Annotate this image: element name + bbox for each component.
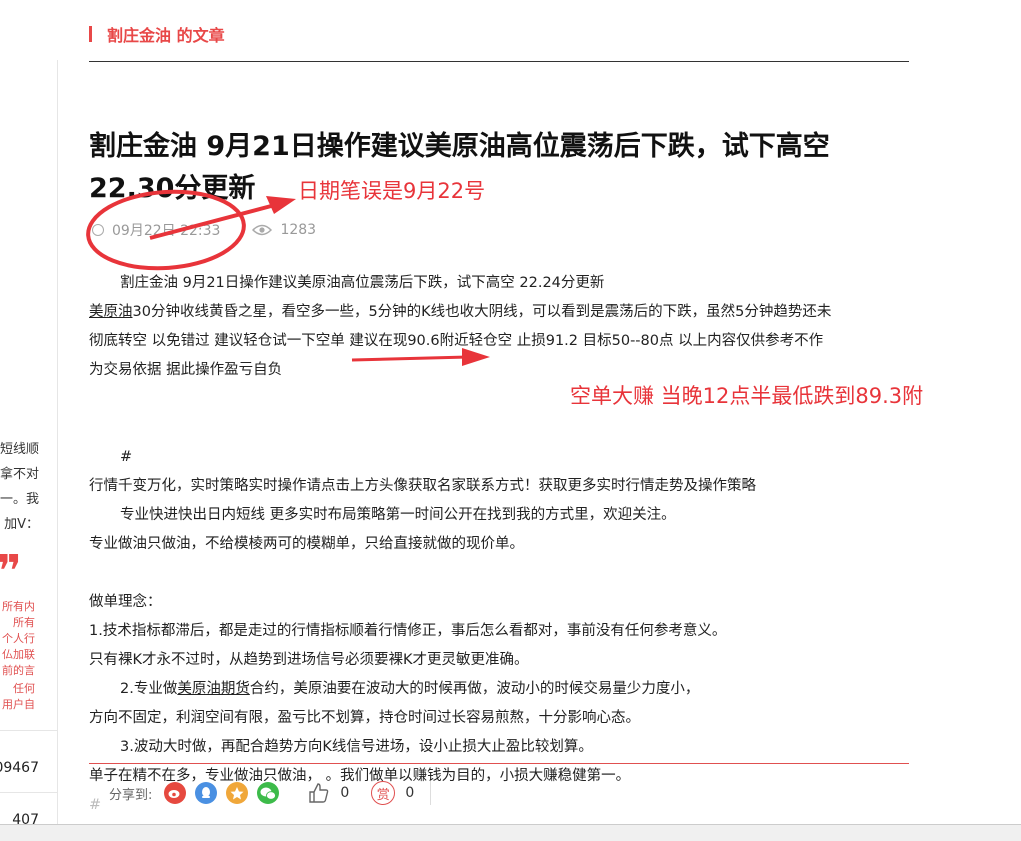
sidebar-text: 短线顺 bbox=[0, 442, 39, 457]
sidebar-notice: 个人行 bbox=[2, 632, 35, 645]
paragraph: 2.专业做美原油期货合约，美原油要在波动大的时候再做，波动小的时候交易量少力度小… bbox=[89, 675, 914, 704]
reward-count: 0 bbox=[405, 785, 415, 801]
article-title: 割庄金油 9月21日操作建议美原油高位震荡后下跌，试下高空 22.30分更新 bbox=[89, 126, 889, 210]
reward-button[interactable]: 赏 bbox=[371, 781, 396, 805]
title-line-1: 割庄金油 9月21日操作建议美原油高位震荡后下跌，试下高空 bbox=[89, 131, 830, 162]
paragraph: 只有裸K才永不过时，从趋势到进场信号必须要裸K才更灵敏更准确。 bbox=[89, 652, 529, 668]
crude-oil-link[interactable]: 美原油 bbox=[89, 304, 133, 320]
like-count: 0 bbox=[340, 785, 350, 801]
sidebar-text: 加V： bbox=[4, 517, 39, 532]
left-sidebar: 短线顺 拿不对 一。我 加V： ❞ 所有内 所有 个人行 仏加联 前的言 任何 … bbox=[0, 60, 58, 830]
browser-status-bar bbox=[0, 824, 1021, 841]
article-meta: 09月22日 22:33 1283 bbox=[92, 220, 316, 240]
paragraph: 为交易依据 据此操作盈亏自负 bbox=[89, 362, 283, 378]
sidebar-notice: 前的言 bbox=[2, 664, 35, 677]
sidebar-divider bbox=[0, 730, 57, 731]
paragraph-text: 30分钟收线黄昏之星，看空多一些，5分钟的K线也收大阴线，可以看到是震荡后的下跌… bbox=[132, 304, 832, 320]
author-header: 割庄金油 的文章 bbox=[89, 22, 909, 62]
paragraph: 美原油30分钟收线黄昏之星，看空多一些，5分钟的K线也收大阴线，可以看到是震荡后… bbox=[89, 298, 914, 327]
sidebar-divider bbox=[0, 792, 57, 793]
share-label: 分享到: bbox=[109, 787, 153, 803]
annotation-date-note: 日期笔误是9月22号 bbox=[298, 179, 486, 203]
clock-icon bbox=[92, 224, 104, 236]
paragraph-text: 2.专业做 bbox=[120, 681, 178, 697]
weibo-icon[interactable] bbox=[164, 782, 187, 804]
share-bar: 分享到: 0 赏 0 bbox=[89, 775, 432, 811]
eye-icon bbox=[252, 224, 273, 236]
sidebar-notice: 任何 bbox=[13, 682, 35, 695]
title-line-2: 22.30分更新 bbox=[89, 173, 256, 204]
view-count: 1283 bbox=[280, 222, 317, 238]
sidebar-notice: 所有内 bbox=[2, 600, 35, 613]
sidebar-notice: 用户自 bbox=[2, 698, 35, 711]
qq-icon[interactable] bbox=[195, 782, 218, 804]
publish-date: 09月22日 22:33 bbox=[112, 223, 221, 239]
paragraph: 做单理念： bbox=[89, 594, 162, 610]
thumbs-up-icon[interactable] bbox=[308, 782, 330, 804]
sidebar-text: 拿不对 bbox=[0, 467, 39, 482]
accent-bar bbox=[89, 26, 92, 42]
paragraph: 专业快进快出日内短线 更多实时布局策略第一时间公开在找到我的方式里，欢迎关注。 bbox=[120, 507, 676, 523]
content-divider bbox=[89, 763, 909, 764]
article-content: 割庄金油 9月21日操作建议美原油高位震荡后下跌，试下高空 22.24分更新 美… bbox=[89, 269, 914, 820]
quote-icon: ❞ bbox=[0, 550, 22, 594]
hash-mark: # bbox=[120, 449, 133, 465]
paragraph: 1.技术指标都滞后，都是走过的行情指标顺着行情修正，事后怎么看都对，事前没有任何… bbox=[89, 623, 727, 639]
wechat-icon[interactable] bbox=[257, 782, 280, 804]
sidebar-stat: 09467 bbox=[0, 760, 39, 776]
crude-futures-link[interactable]: 美原油期货 bbox=[177, 681, 250, 697]
paragraph: 3.波动大时做，再配合趋势方向K线信号进场，设小止损大止盈比较划算。 bbox=[120, 739, 593, 755]
author-articles-link[interactable]: 割庄金油 的文章 bbox=[107, 22, 225, 46]
paragraph: 行情千变万化，实时策略实时操作请点击上方头像获取名家联系方式！获取更多实时行情走… bbox=[89, 478, 756, 494]
sidebar-notice: 仏加联 bbox=[2, 648, 35, 661]
sidebar-notice: 所有 bbox=[13, 616, 35, 629]
qzone-icon[interactable] bbox=[226, 782, 249, 804]
paragraph: 专业做油只做油，不给模棱两可的模糊单，只给直接就做的现价单。 bbox=[89, 536, 524, 552]
paragraph: 方向不固定，利润空间有限，盈亏比不划算，持仓时间过长容易煎熬，十分影响心态。 bbox=[89, 710, 640, 726]
paragraph-text: 合约，美原油要在波动大的时候再做，波动小的时候交易量少力度小， bbox=[249, 681, 700, 697]
paragraph: 彻底转空 以免错过 建议轻仓试一下空单 建议在现90.6附近轻仓空 止损91.2… bbox=[89, 333, 824, 349]
sidebar-text: 一。我 bbox=[0, 492, 39, 507]
paragraph: 割庄金油 9月21日操作建议美原油高位震荡后下跌，试下高空 22.24分更新 bbox=[120, 275, 605, 291]
share-divider bbox=[430, 781, 432, 805]
